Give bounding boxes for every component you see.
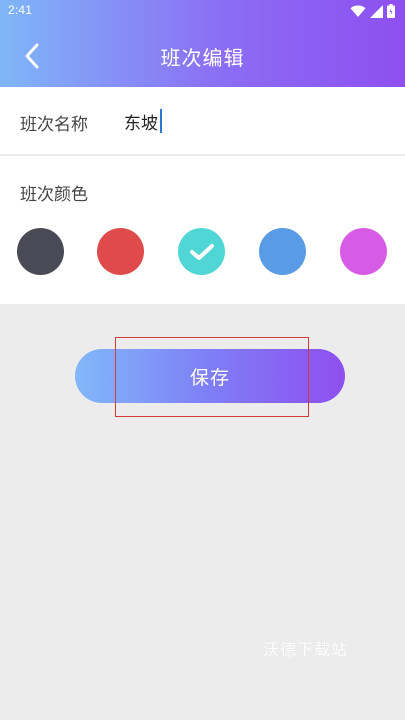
watermark: 沃德下载站: [263, 640, 349, 659]
status-time: 2:41: [8, 3, 33, 17]
shift-color-label: 班次颜色: [20, 185, 88, 205]
color-swatch-red[interactable]: [97, 228, 144, 275]
color-swatch-dark-gray[interactable]: [17, 228, 64, 275]
shift-name-label: 班次名称: [20, 115, 88, 135]
signal-icon: [370, 4, 383, 18]
color-swatch-cyan[interactable]: [178, 228, 225, 275]
shift-color-section: 班次颜色: [0, 156, 405, 304]
shift-name-input[interactable]: 东坡: [124, 109, 162, 134]
text-cursor: [160, 109, 162, 133]
checkmark-icon: [190, 244, 214, 260]
status-bar: 2:41: [0, 0, 405, 24]
app-header: 2:41 班次编辑: [0, 0, 405, 87]
color-swatch-blue[interactable]: [259, 228, 306, 275]
highlight-box: [115, 337, 309, 417]
page-title: 班次编辑: [160, 46, 245, 70]
status-icons: [350, 3, 395, 19]
nav-bar: 班次编辑: [0, 24, 405, 87]
color-swatch-purple[interactable]: [340, 228, 387, 275]
shift-name-row: 班次名称 东坡: [0, 87, 405, 154]
wifi-icon: [350, 5, 366, 17]
battery-icon: [387, 4, 395, 18]
shift-name-value: 东坡: [124, 113, 158, 134]
